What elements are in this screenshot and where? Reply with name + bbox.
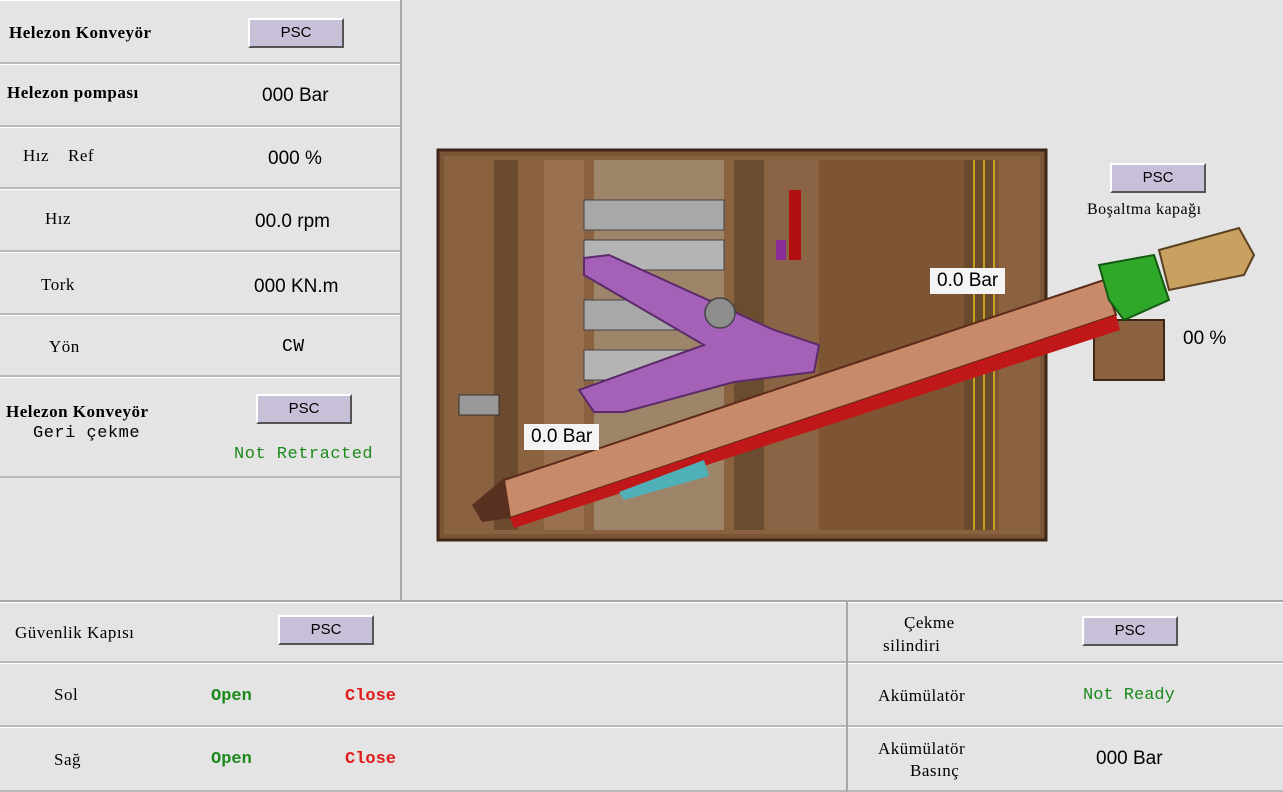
accumulator-pressure-value: 000 Bar <box>1096 748 1163 769</box>
screw-pump-row: Helezon pompası 000 Bar <box>0 64 400 127</box>
pull-cylinder-header-row: Çekme silindiri PSC <box>848 602 1283 663</box>
screw-conveyor-header-row: Helezon Konveyör PSC <box>0 0 400 64</box>
retract-status: Not Retracted <box>234 445 374 464</box>
machine-drawing-panel: 0.0 Bar 0.0 Bar PSC Boşaltma kapağı 00 % <box>404 0 1283 600</box>
torque-value: 000 KN.m <box>254 276 339 297</box>
accumulator-pressure-label-line2: Basınç <box>910 761 960 780</box>
screw-lower-pressure: 0.0 Bar <box>524 424 600 450</box>
accumulator-label: Akümülatör <box>878 686 966 705</box>
direction-label: Yön <box>49 337 80 356</box>
discharge-gate-percent: 00 % <box>1183 328 1227 349</box>
torque-label: Tork <box>41 275 75 294</box>
retract-psc-button[interactable]: PSC <box>256 394 352 424</box>
speed-ref-label: Hız Ref <box>23 146 95 165</box>
pull-cylinder-title-line1: Çekme <box>904 613 955 632</box>
retract-row: Helezon Konveyör Geri çekme PSC Not Retr… <box>0 377 400 478</box>
screw-upper-pressure: 0.0 Bar <box>930 268 1006 294</box>
screw-pump-value: 000 Bar <box>262 85 329 106</box>
safety-gate-left-row: Sol Open Close <box>0 663 846 727</box>
retract-label-line2: Geri çekme <box>33 424 141 443</box>
safety-gate-left-open: Open <box>211 687 252 706</box>
accumulator-pressure-label-line1: Akümülatör <box>878 739 966 758</box>
pull-cylinder-panel: Çekme silindiri PSC Akümülatör Not Ready… <box>846 600 1283 792</box>
speed-ref-value: 000 % <box>268 148 322 169</box>
safety-gate-right-label: Sağ <box>54 750 81 769</box>
retract-label-line1: Helezon Konveyör <box>6 402 149 421</box>
safety-gate-header-row: Güvenlik Kapısı PSC <box>0 602 846 663</box>
accumulator-row: Akümülatör Not Ready <box>848 663 1283 727</box>
speed-label: Hız <box>45 209 72 228</box>
safety-gate-left-close: Close <box>345 687 397 706</box>
screw-conveyor-diagram <box>436 148 1256 542</box>
pull-cylinder-psc-button[interactable]: PSC <box>1082 616 1178 646</box>
safety-gate-right-row: Sağ Open Close <box>0 727 846 792</box>
screw-conveyor-panel: Helezon Konveyör PSC Helezon pompası 000… <box>0 0 402 600</box>
discharge-gate-label: Boşaltma kapağı <box>1087 201 1202 218</box>
safety-gate-right-open: Open <box>211 750 252 769</box>
pull-cylinder-title-line2: silindiri <box>883 636 941 655</box>
safety-gate-psc-button[interactable]: PSC <box>278 615 374 645</box>
direction-value: CW <box>282 337 305 357</box>
torque-row: Tork 000 KN.m <box>0 252 400 315</box>
safety-gate-right-close: Close <box>345 750 397 769</box>
safety-gate-panel: Güvenlik Kapısı PSC Sol Open Close Sağ O… <box>0 600 846 792</box>
screw-conveyor-psc-button[interactable]: PSC <box>248 18 344 48</box>
screw-conveyor-title: Helezon Konveyör <box>9 23 152 42</box>
speed-row: Hız 00.0 rpm <box>0 189 400 252</box>
direction-row: Yön CW <box>0 315 400 377</box>
safety-gate-left-label: Sol <box>54 685 79 704</box>
screw-pump-label: Helezon pompası <box>7 83 139 102</box>
accumulator-pressure-row: Akümülatör Basınç 000 Bar <box>848 727 1283 792</box>
speed-value: 00.0 rpm <box>255 211 330 232</box>
speed-ref-row: Hız Ref 000 % <box>0 127 400 189</box>
discharge-gate-psc-button[interactable]: PSC <box>1110 163 1206 193</box>
safety-gate-title: Güvenlik Kapısı <box>15 623 135 642</box>
accumulator-status: Not Ready <box>1083 686 1175 705</box>
